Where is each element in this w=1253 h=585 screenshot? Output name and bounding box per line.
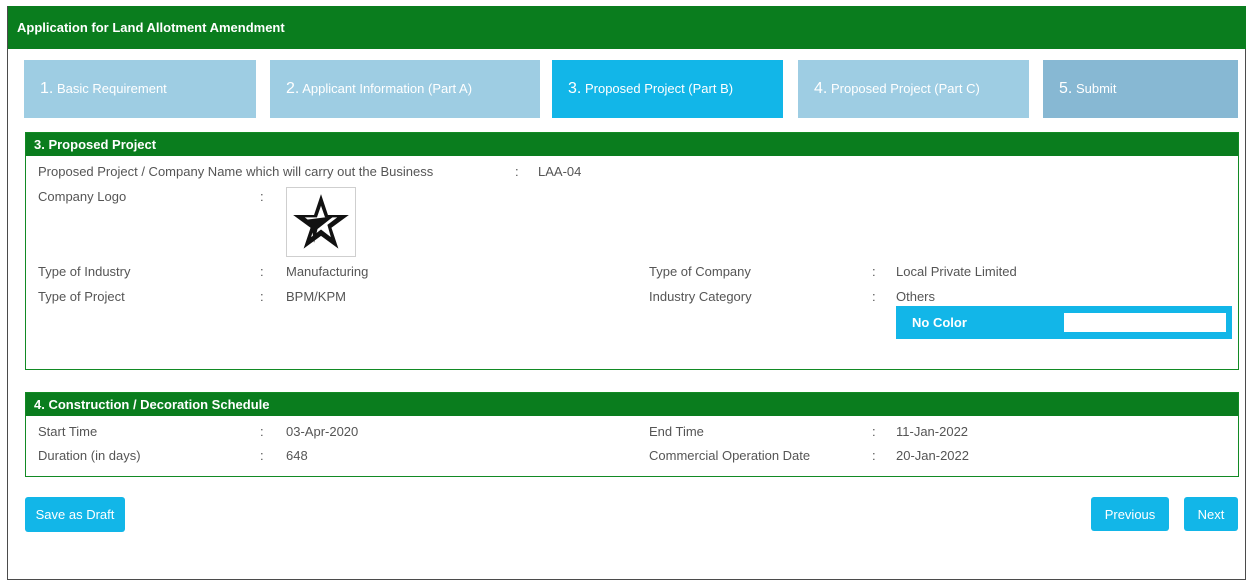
start-time-value: 03-Apr-2020 — [286, 424, 359, 439]
separator: : — [260, 289, 264, 304]
separator: : — [260, 448, 264, 463]
project-type-label: Type of Project — [38, 289, 125, 304]
step-number: 2. — [286, 80, 300, 97]
color-label: No Color — [912, 315, 967, 330]
step-basic-requirement[interactable]: 1. Basic Requirement — [24, 60, 256, 118]
panel-title: 3. Proposed Project — [26, 133, 1238, 156]
color-swatch — [1064, 313, 1226, 332]
separator: : — [260, 424, 264, 439]
end-time-value: 11-Jan-2022 — [896, 424, 969, 439]
next-button[interactable]: Next — [1184, 497, 1238, 531]
step-proposed-project-c[interactable]: 4. Proposed Project (Part C) — [798, 60, 1029, 118]
step-proposed-project-b[interactable]: 3. Proposed Project (Part B) — [552, 60, 783, 118]
separator: : — [872, 424, 876, 439]
company-logo-label: Company Logo — [38, 189, 127, 204]
company-type-value: Local Private Limited — [896, 264, 1017, 279]
project-type-value: BPM/KPM — [286, 289, 346, 304]
company-logo-image — [286, 187, 356, 257]
separator: : — [872, 448, 876, 463]
panel-title: 4. Construction / Decoration Schedule — [26, 393, 1238, 416]
step-number: 3. — [568, 80, 582, 97]
step-label: Proposed Project (Part B) — [584, 81, 734, 96]
step-applicant-information[interactable]: 2. Applicant Information (Part A) — [270, 60, 540, 118]
step-number: 5. — [1059, 80, 1073, 97]
duration-label: Duration (in days) — [38, 448, 141, 463]
separator: : — [515, 164, 519, 179]
separator: : — [260, 264, 264, 279]
industry-color-indicator: No Color — [896, 306, 1232, 339]
industry-category-value: Others — [896, 289, 936, 304]
company-type-label: Type of Company — [649, 264, 751, 279]
step-number: 4. — [814, 80, 828, 97]
start-time-label: Start Time — [38, 424, 98, 439]
separator: : — [260, 189, 264, 204]
step-label: Applicant Information (Part A) — [302, 81, 473, 96]
page-title: Application for Land Allotment Amendment — [8, 6, 1246, 49]
end-time-label: End Time — [649, 424, 704, 439]
industry-category-label: Industry Category — [649, 289, 752, 304]
step-label: Submit — [1075, 81, 1117, 96]
duration-value: 648 — [286, 448, 308, 463]
company-name-value: LAA-04 — [538, 164, 582, 179]
industry-type-value: Manufacturing — [286, 264, 369, 279]
step-number: 1. — [40, 80, 54, 97]
construction-schedule-panel: 4. Construction / Decoration Schedule — [25, 392, 1239, 477]
separator: : — [872, 264, 876, 279]
separator: : — [872, 289, 876, 304]
previous-button[interactable]: Previous — [1091, 497, 1169, 531]
step-submit[interactable]: 5. Submit — [1043, 60, 1238, 118]
save-draft-button[interactable]: Save as Draft — [25, 497, 125, 532]
company-name-label: Proposed Project / Company Name which wi… — [38, 164, 434, 179]
industry-type-label: Type of Industry — [38, 264, 131, 279]
step-label: Proposed Project (Part C) — [830, 81, 980, 96]
step-label: Basic Requirement — [56, 81, 167, 96]
commercial-operation-date-label: Commercial Operation Date — [649, 448, 811, 463]
commercial-operation-date-value: 20-Jan-2022 — [896, 448, 969, 463]
star-logo-icon — [293, 194, 349, 249]
